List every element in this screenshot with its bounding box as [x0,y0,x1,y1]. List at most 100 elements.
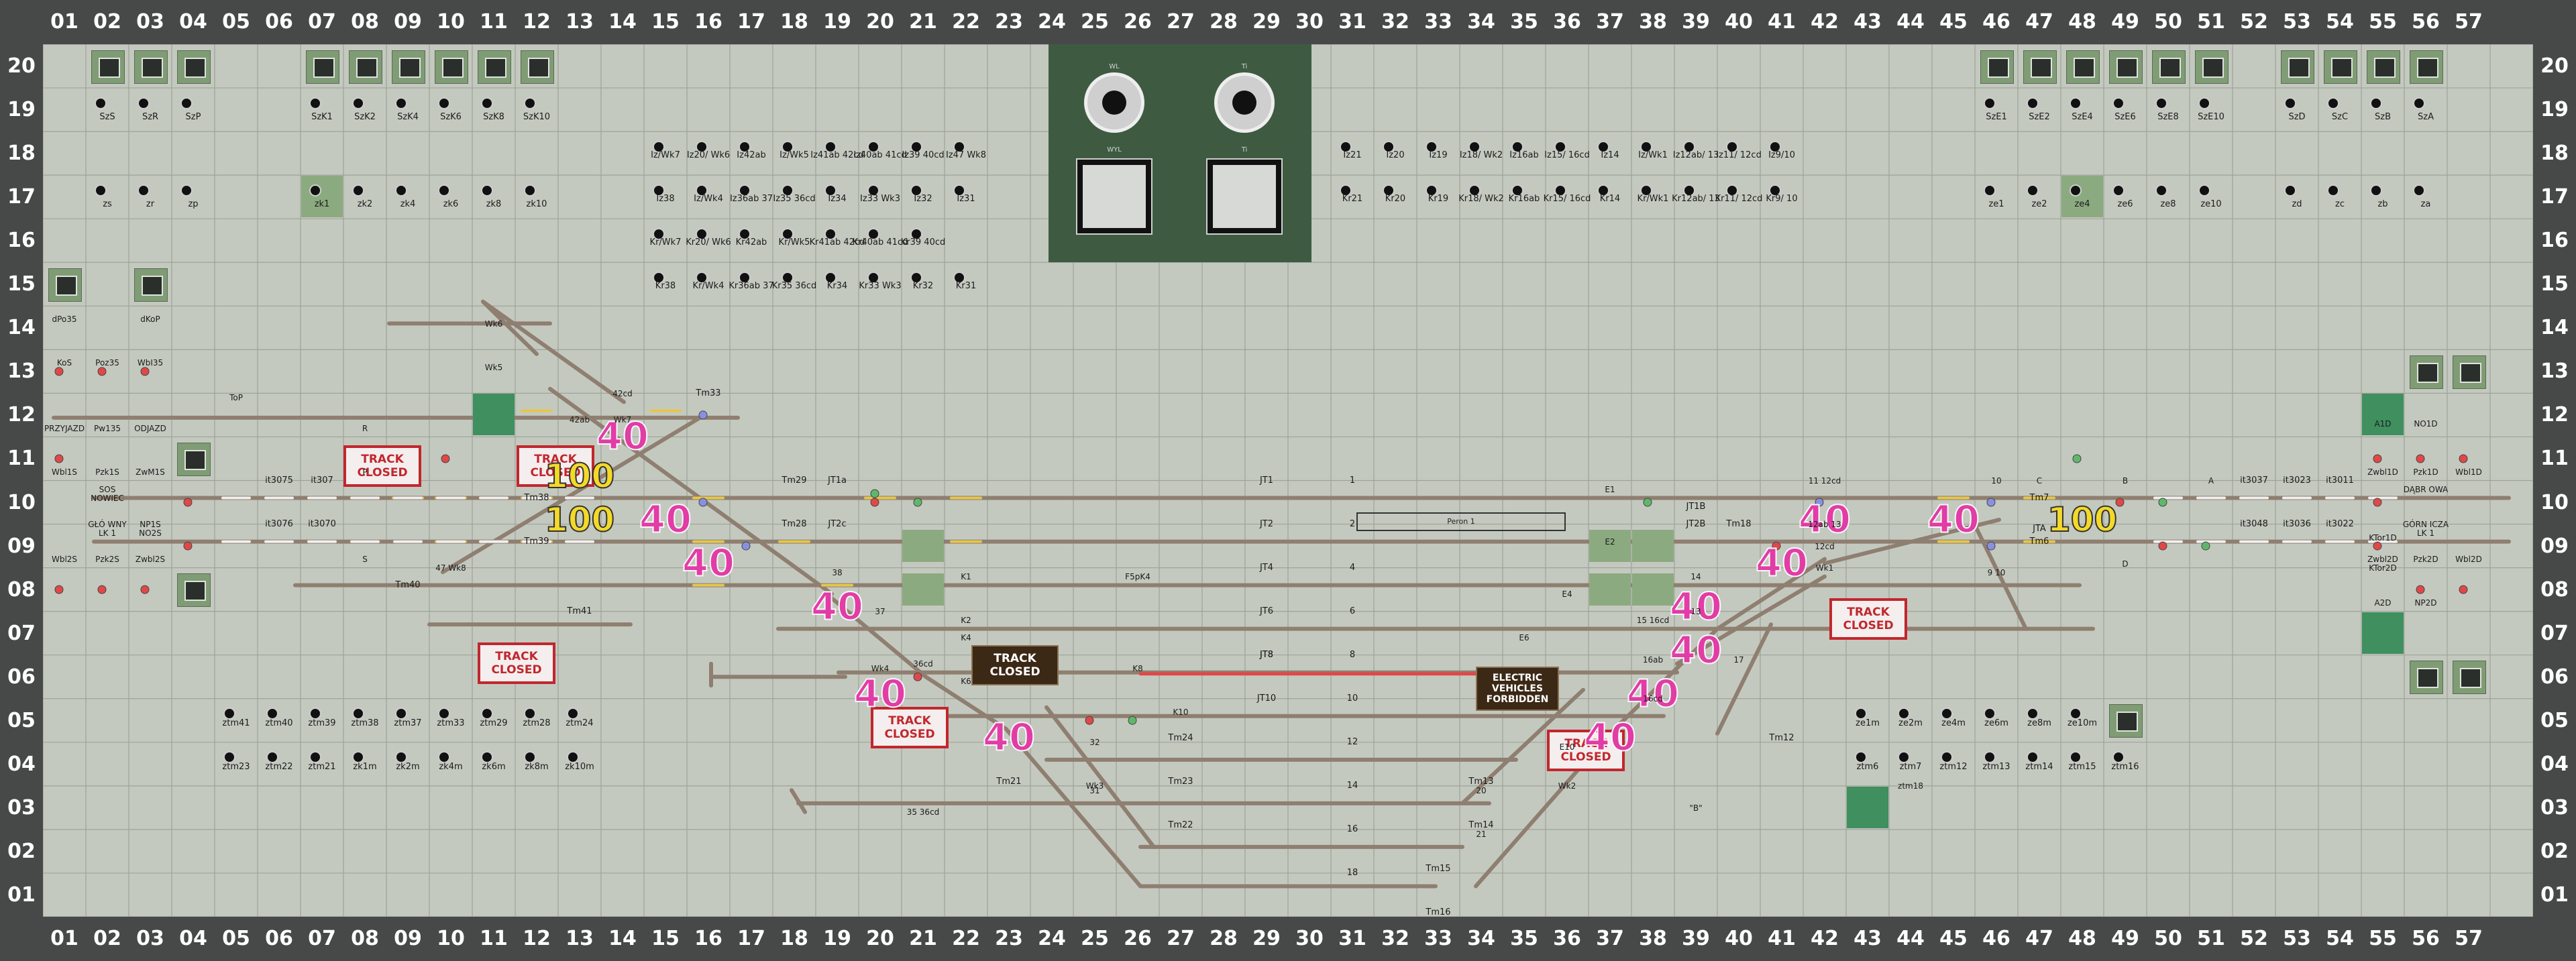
row-number: 03 [2540,795,2569,819]
signal-button[interactable] [2284,184,2296,196]
misc-label: 10 [1991,475,2002,486]
signal-label: zk8 [486,199,502,209]
signal-button[interactable] [1984,184,1996,196]
signal-button[interactable] [352,184,364,196]
signal-button[interactable] [2198,184,2210,196]
signal-button[interactable] [1984,97,1996,109]
track-closed-sign: TRACK CLOSED [478,642,555,684]
column-number: 52 [2240,10,2268,34]
column-number: 35 [1510,10,1538,34]
tm-label: Tm22 [1168,819,1193,830]
signal-button[interactable] [2027,97,2039,109]
signal-button[interactable] [180,97,193,109]
signal-button[interactable] [138,97,150,109]
signal-button[interactable] [524,97,536,109]
signal-button[interactable] [95,184,107,196]
track-number-label: 8 [1349,650,1356,661]
signal-label: zk6m [482,762,506,773]
signal-button[interactable] [2370,97,2382,109]
signal-label: zc [2335,199,2345,209]
signal-label: Kr16ab [1508,193,1540,204]
signal-button[interactable] [438,97,450,109]
column-number: 06 [265,10,293,34]
signal-label: ztm23 [222,762,250,773]
signal-panel [2109,50,2143,84]
signal-button[interactable] [2112,184,2125,196]
signal-label: Kr42ab [735,237,767,247]
misc-label: 37 [875,607,885,617]
signal-label: SzE4 [2072,111,2093,122]
misc-label: K1 [961,572,971,582]
misc-label: A [2208,475,2214,486]
speed-limit-40-sign: 40 [639,498,692,543]
column-number: 27 [1167,10,1195,34]
signal-panel [2453,661,2486,695]
signal-panel [2281,50,2314,84]
signal-button[interactable] [2370,184,2382,196]
column-number: 28 [1210,927,1238,950]
signal-label: Kr/Wk5 [778,237,810,247]
green-cell [473,394,515,436]
column-number: 22 [952,10,980,34]
row-number: 17 [2540,185,2569,209]
signal-panel [2109,704,2143,738]
signal-button[interactable] [309,97,321,109]
green-cell [1847,786,1888,828]
column-number: 56 [2412,927,2440,950]
column-number: 43 [1854,927,1882,950]
signal-button[interactable] [180,184,193,196]
row-number: 09 [2540,534,2569,558]
signal-button[interactable] [2070,184,2082,196]
signal-button[interactable] [395,184,407,196]
signal-button[interactable] [2155,184,2167,196]
track-number-label: 14 [1346,781,1358,791]
signal-button[interactable] [95,97,107,109]
speed-limit-40-sign: 40 [853,672,907,717]
signal-button[interactable] [2413,97,2425,109]
signal-button[interactable] [138,184,150,196]
row-number: 16 [7,229,36,253]
signal-label: Iz16ab [1509,150,1539,160]
signal-label: ztm6 [1856,762,1879,773]
signal-button[interactable] [524,184,536,196]
track-number-label: 4 [1349,563,1356,573]
signal-button[interactable] [2327,184,2339,196]
platform-highlight [1632,573,1674,606]
misc-label: Wk1 [1815,563,1834,573]
column-number: 02 [93,927,121,950]
misc-label: 42ab [569,414,590,425]
misc-label: S [362,555,368,565]
signal-label: Iz/Wk1 [1638,150,1668,160]
signal-button[interactable] [2155,97,2167,109]
signal-button[interactable] [2070,97,2082,109]
column-number: 43 [1854,10,1882,34]
signal-label: SzR [142,111,159,122]
signal-button[interactable] [438,184,450,196]
column-number: 31 [1338,927,1366,950]
column-number: 08 [351,10,379,34]
signal-button[interactable] [481,97,493,109]
column-number: 15 [651,927,680,950]
column-number: 14 [608,10,637,34]
signal-button[interactable] [481,184,493,196]
station-label: A1D [2374,419,2392,429]
signal-button[interactable] [352,97,364,109]
signal-label: Iz21 [1343,150,1362,160]
signal-button[interactable] [2112,97,2125,109]
signal-button[interactable] [2284,97,2296,109]
signal-button[interactable] [2327,97,2339,109]
column-number: 39 [1682,10,1710,34]
tm-label: Tm39 [524,536,549,547]
signal-button[interactable] [395,97,407,109]
signal-button[interactable] [2413,184,2425,196]
track-number-label: JT2B [1686,519,1706,530]
column-number: 08 [351,927,379,950]
signal-button[interactable] [309,184,321,196]
misc-label: R [362,423,368,433]
misc-label: 9 10 [1987,567,2006,577]
signal-button[interactable] [2198,97,2210,109]
signal-label: Kr34 [826,280,848,291]
tm-label: Tm24 [1168,732,1193,743]
signal-button[interactable] [2027,184,2039,196]
row-number: 15 [2540,272,2569,296]
